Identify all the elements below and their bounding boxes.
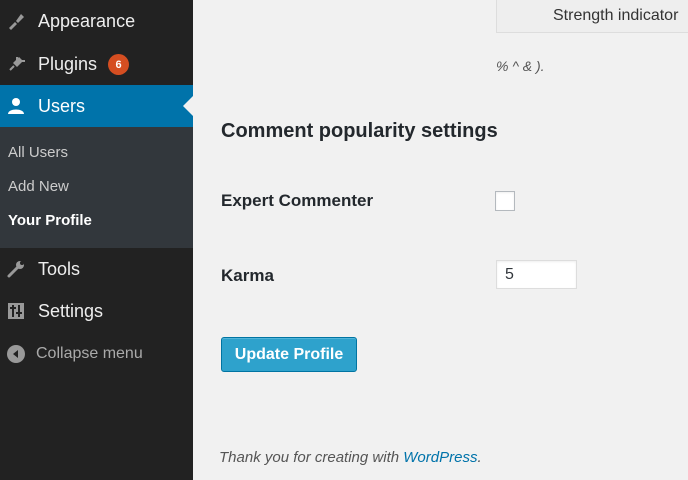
- section-title: Comment popularity settings: [221, 120, 498, 142]
- plug-icon: [5, 53, 27, 75]
- footer-suffix: .: [477, 449, 482, 466]
- collapse-arrow-icon: [7, 345, 25, 363]
- expert-commenter-label: Expert Commenter: [221, 191, 374, 210]
- karma-label: Karma: [221, 266, 274, 285]
- expert-commenter-checkbox[interactable]: [495, 191, 515, 211]
- wordpress-link[interactable]: WordPress: [403, 449, 477, 466]
- menu-label-appearance: Appearance: [38, 11, 136, 31]
- menu-item-settings[interactable]: Settings: [0, 290, 193, 332]
- menu-item-plugins[interactable]: Plugins 6: [0, 43, 193, 85]
- update-profile-button[interactable]: Update Profile: [221, 337, 357, 372]
- user-icon: [5, 95, 27, 117]
- admin-footer: Thank you for creating with WordPress.: [219, 449, 482, 466]
- password-strength-indicator: Strength indicator: [496, 0, 688, 33]
- menu-item-users[interactable]: Users: [0, 85, 193, 127]
- submenu-item-add-new[interactable]: Add New: [8, 177, 69, 197]
- menu-label-settings: Settings: [38, 301, 104, 321]
- menu-item-tools[interactable]: Tools: [0, 248, 193, 290]
- menu-item-appearance[interactable]: Appearance: [0, 0, 193, 42]
- active-menu-arrow: [183, 96, 193, 116]
- menu-label-plugins: Plugins: [38, 54, 98, 74]
- plugins-update-badge: 6: [108, 54, 129, 75]
- paintbrush-icon: [5, 10, 27, 32]
- collapse-menu-button[interactable]: Collapse menu: [0, 333, 193, 375]
- collapse-menu-label: Collapse menu: [36, 345, 143, 362]
- footer-prefix: Thank you for creating with: [219, 449, 404, 466]
- users-submenu: All Users Add New Your Profile: [0, 127, 193, 248]
- submenu-item-your-profile[interactable]: Your Profile: [8, 211, 92, 231]
- wrench-icon: [5, 258, 27, 280]
- admin-sidebar: Appearance Plugins 6 Users All Users Add…: [0, 0, 193, 480]
- menu-label-tools: Tools: [38, 259, 81, 279]
- sliders-icon: [5, 300, 27, 322]
- menu-label-users: Users: [38, 96, 86, 116]
- karma-input[interactable]: [496, 260, 577, 289]
- password-hint-text: % ^ & ).: [496, 58, 545, 74]
- submenu-item-all-users[interactable]: All Users: [8, 143, 68, 163]
